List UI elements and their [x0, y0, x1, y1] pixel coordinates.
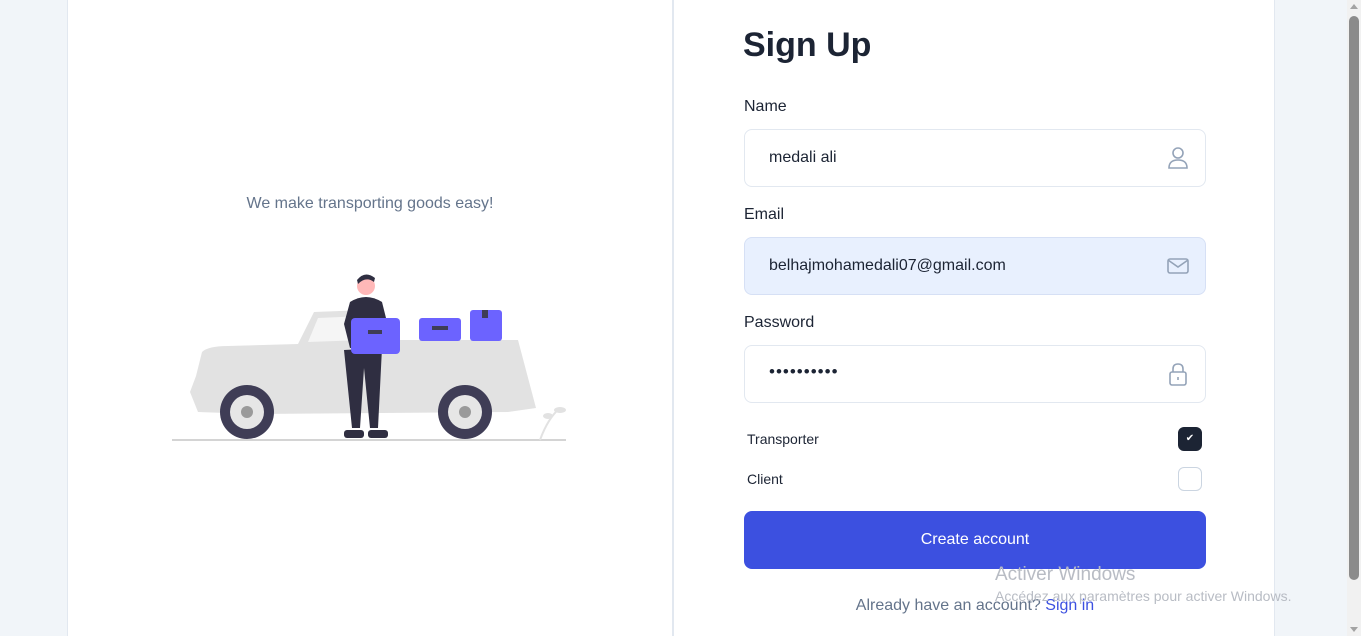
- scrollbar-thumb[interactable]: [1349, 16, 1359, 580]
- page-scrollbar[interactable]: [1347, 0, 1361, 636]
- signup-card: We make transporting goods easy! Sign Up…: [67, 0, 1275, 636]
- email-label: Email: [744, 206, 785, 223]
- name-value: medali ali: [769, 149, 837, 166]
- panel-divider: [672, 0, 674, 636]
- create-account-button[interactable]: Create account: [744, 511, 1206, 569]
- password-value: ••••••••••: [769, 362, 839, 381]
- role-transporter-checkbox[interactable]: ✔: [1178, 427, 1202, 451]
- page-title: Sign Up: [743, 26, 872, 64]
- lock-icon: [1169, 363, 1187, 386]
- windows-watermark-subtitle: Accédez aux paramètres pour activer Wind…: [995, 588, 1292, 604]
- role-transporter-label: Transporter: [747, 431, 819, 447]
- scroll-up-arrow-icon[interactable]: [1350, 4, 1358, 9]
- mail-icon: [1167, 258, 1189, 274]
- check-icon: ✔: [1185, 433, 1195, 444]
- user-icon: [1168, 147, 1188, 169]
- scroll-down-arrow-icon[interactable]: [1350, 627, 1358, 632]
- windows-watermark-title: Activer Windows: [995, 564, 1136, 585]
- truck-illustration: [172, 274, 566, 441]
- email-field[interactable]: belhajmohamedali07@gmail.com: [744, 237, 1206, 295]
- name-label: Name: [744, 98, 787, 115]
- password-label: Password: [744, 314, 815, 331]
- role-client-checkbox[interactable]: [1178, 467, 1202, 491]
- email-value: belhajmohamedali07@gmail.com: [769, 257, 1006, 274]
- name-field[interactable]: medali ali: [744, 129, 1206, 187]
- tagline: We make transporting goods easy!: [246, 195, 494, 212]
- role-client-label: Client: [747, 471, 783, 487]
- password-field[interactable]: ••••••••••: [744, 345, 1206, 403]
